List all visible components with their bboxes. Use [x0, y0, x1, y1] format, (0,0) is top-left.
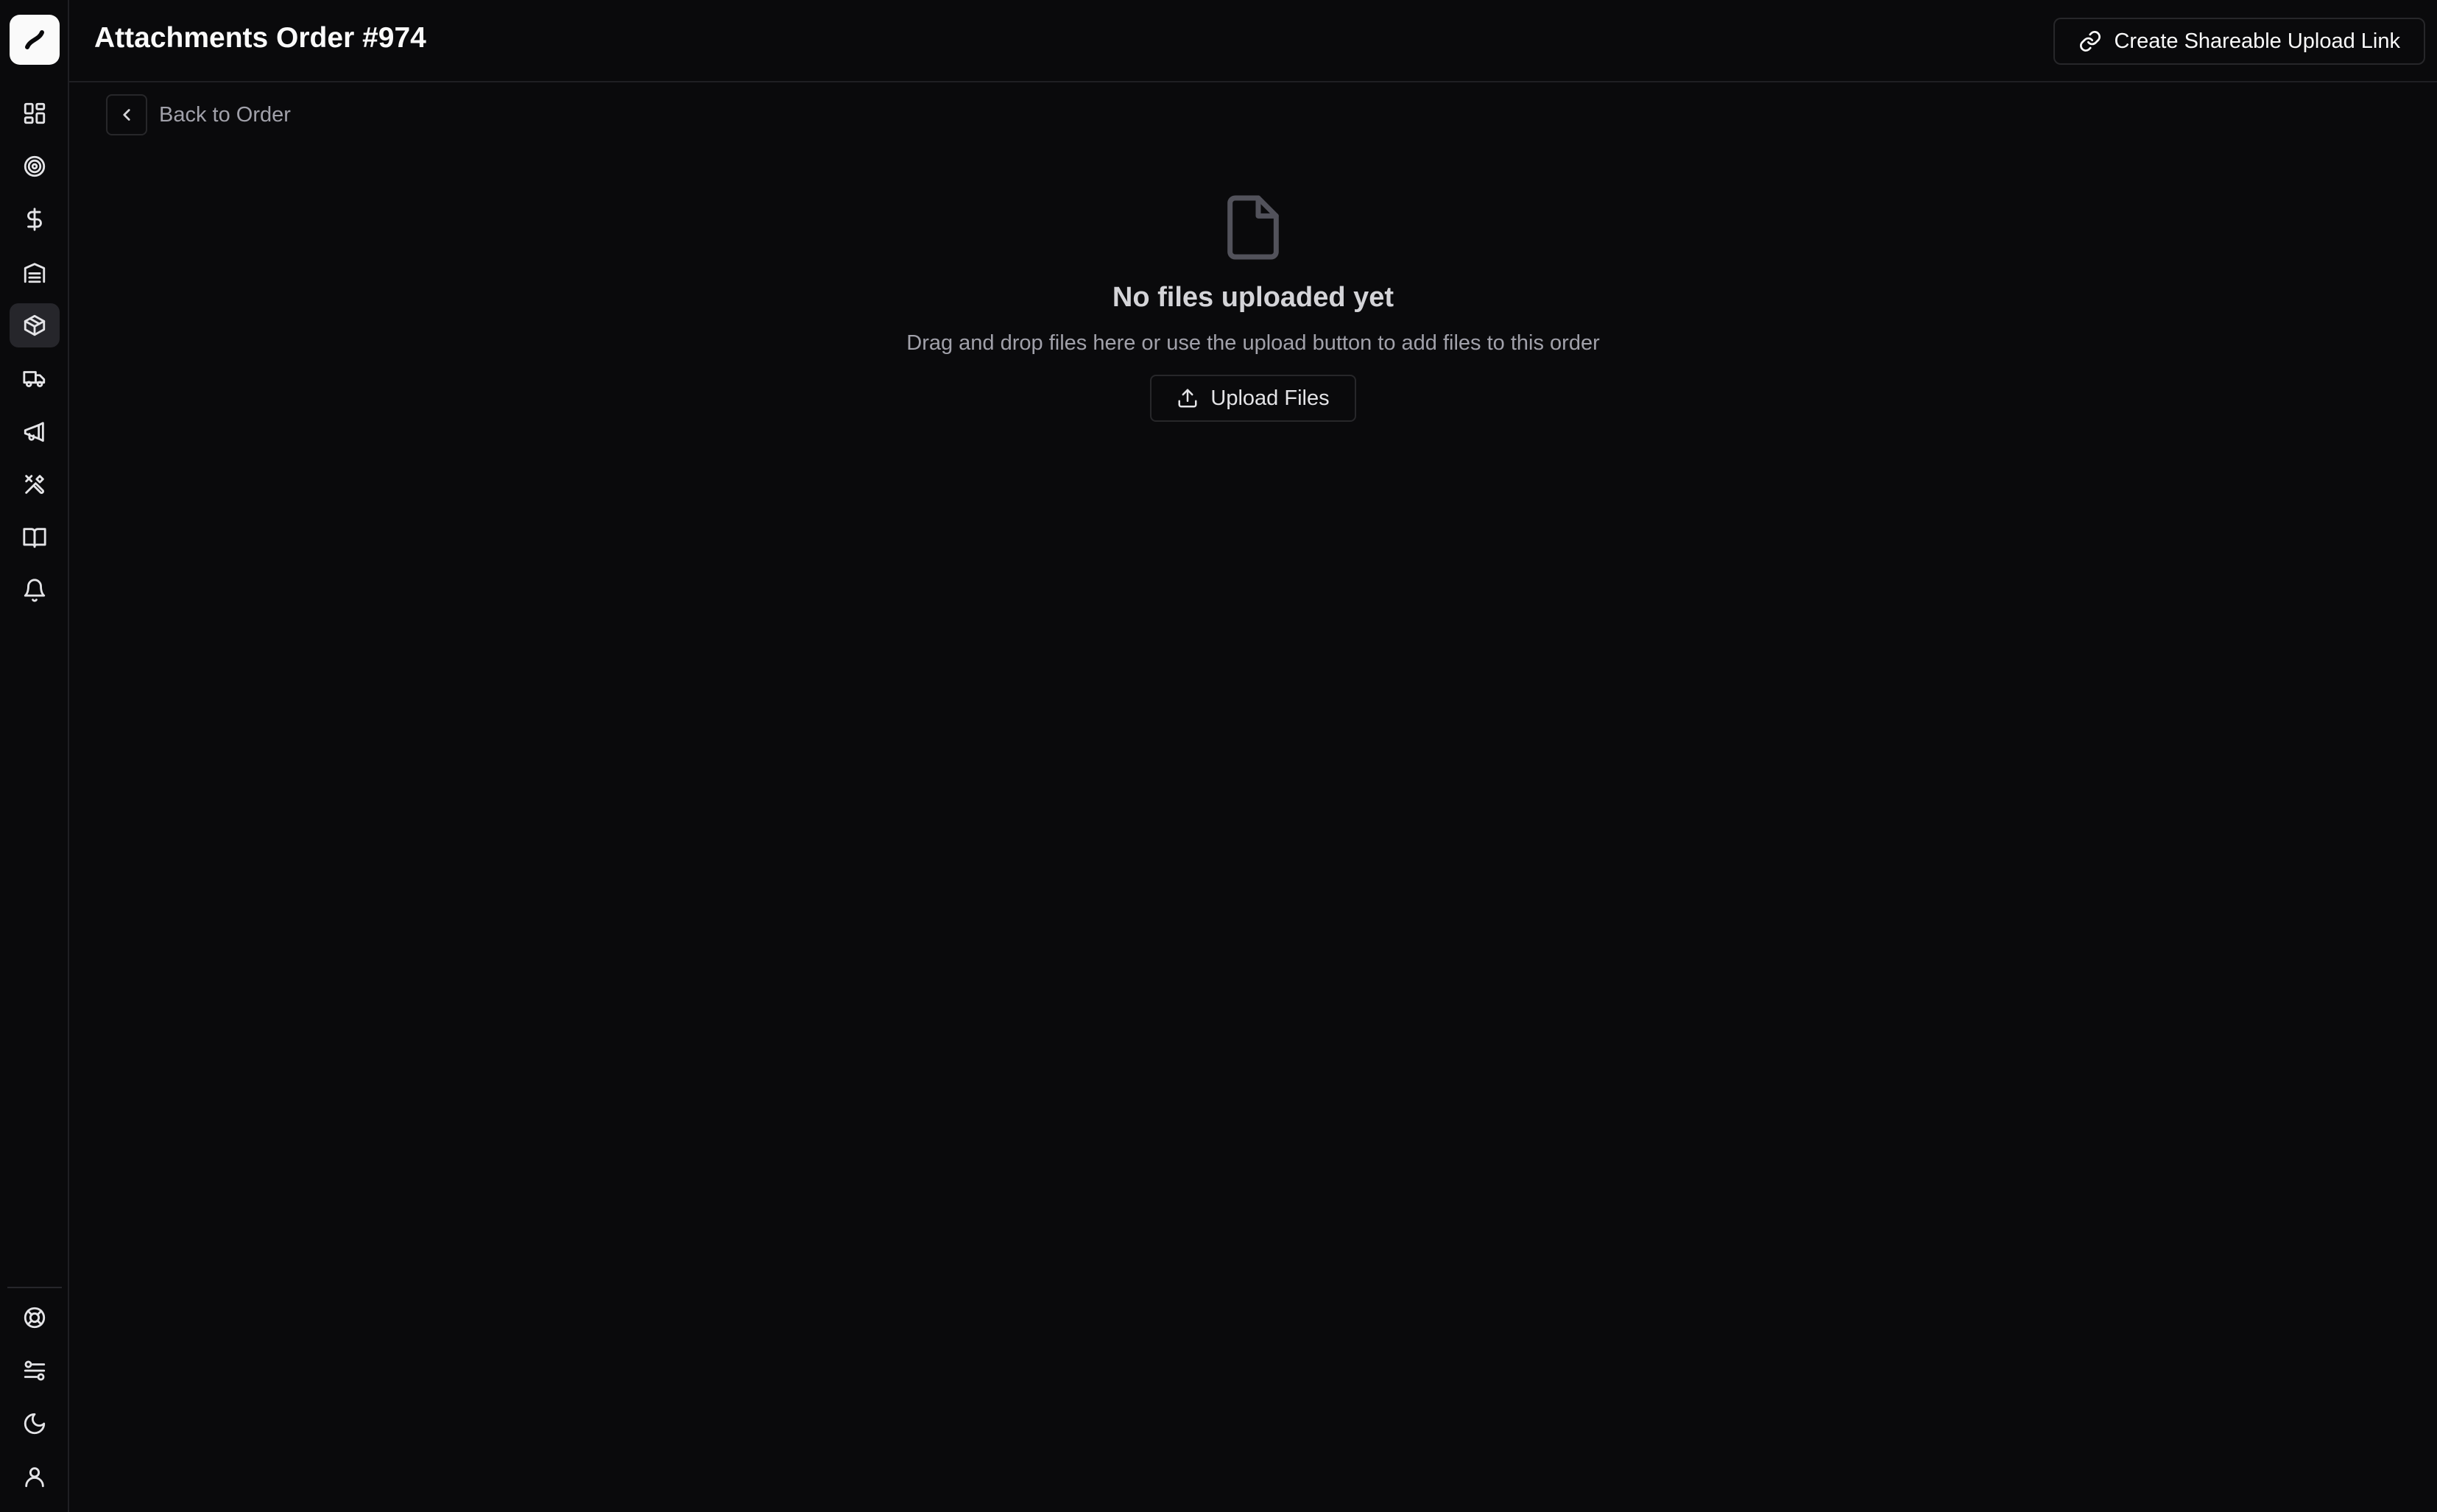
- upload-files-button[interactable]: Upload Files: [1150, 375, 1356, 422]
- target-icon: [24, 155, 46, 177]
- link-icon: [2080, 31, 2101, 52]
- empty-state: No files uploaded yet Drag and drop file…: [69, 193, 2437, 422]
- sidebar-item-marketing[interactable]: [10, 409, 60, 453]
- book-icon: [23, 528, 46, 548]
- sidebar-item-notifications[interactable]: [10, 568, 60, 612]
- sidebar-item-target[interactable]: [10, 144, 60, 188]
- page-title: Attachments Order #974: [94, 22, 426, 54]
- sidebar-divider: [7, 1287, 62, 1288]
- sidebar-item-docs[interactable]: [10, 515, 60, 559]
- package-icon: [24, 314, 46, 336]
- lifebuoy-icon: [24, 1307, 46, 1329]
- sidebar-item-finance[interactable]: [10, 197, 60, 241]
- upload-icon: [1178, 389, 1197, 408]
- sidebar-item-warehouse[interactable]: [10, 250, 60, 294]
- chevron-left-icon: [123, 109, 130, 121]
- create-shareable-upload-link-button[interactable]: Create Shareable Upload Link: [2053, 18, 2425, 65]
- upload-button-label: Upload Files: [1210, 386, 1330, 410]
- sidebar-item-tools[interactable]: [10, 462, 60, 506]
- back-button[interactable]: [106, 94, 147, 135]
- warehouse-icon: [24, 263, 46, 283]
- dollar-icon: [27, 208, 42, 231]
- empty-state-description: Drag and drop files here or use the uplo…: [906, 331, 1600, 355]
- empty-state-title: No files uploaded yet: [1112, 282, 1394, 313]
- sidebar-item-orders[interactable]: [10, 303, 60, 347]
- sidebar-item-account[interactable]: [10, 1455, 60, 1499]
- back-to-order-link[interactable]: Back to Order: [106, 94, 291, 135]
- header: Attachments Order #974 Create Shareable …: [69, 0, 2437, 82]
- file-icon: [1222, 193, 1284, 266]
- truck-icon: [23, 371, 46, 388]
- sidebar-item-help[interactable]: [10, 1296, 60, 1340]
- sliders-icon: [24, 1360, 46, 1381]
- sidebar: [0, 0, 69, 1512]
- sidebar-item-theme[interactable]: [10, 1402, 60, 1446]
- sidebar-item-dashboard[interactable]: [10, 91, 60, 135]
- sidebar-item-shipping[interactable]: [10, 356, 60, 400]
- sidebar-item-settings[interactable]: [10, 1349, 60, 1393]
- brand-logo-icon[interactable]: [10, 15, 60, 65]
- moon-icon: [24, 1413, 46, 1435]
- tools-icon: [25, 475, 44, 494]
- dashboard-icon: [24, 102, 46, 124]
- bell-icon: [24, 579, 46, 602]
- share-button-label: Create Shareable Upload Link: [2114, 29, 2400, 53]
- user-icon: [25, 1467, 44, 1488]
- back-label[interactable]: Back to Order: [159, 103, 291, 127]
- megaphone-icon: [24, 422, 44, 442]
